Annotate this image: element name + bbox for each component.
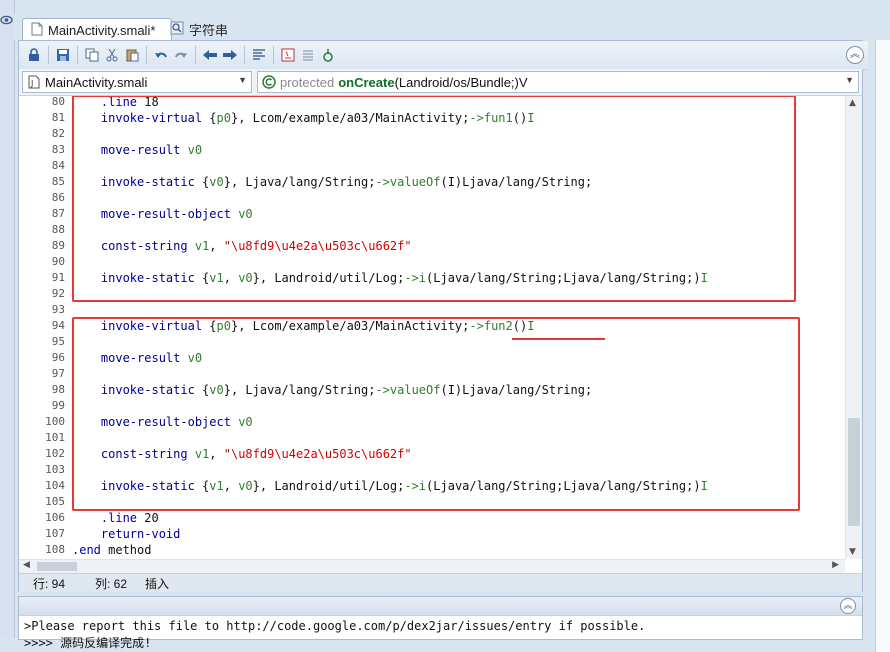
collapse-toolbar-button[interactable]: ︽ [846,46,864,64]
line-number: 92 [51,287,65,300]
line-number: 106 [45,511,65,524]
line-number: 94 [51,319,65,332]
status-bar: 行: 94 列: 62 插入 [19,573,862,592]
line-number: 87 [51,207,65,220]
tab-strings[interactable]: 字符串 [162,18,236,40]
line-number: 99 [51,399,65,412]
scroll-down-arrow[interactable]: ▼ [849,547,856,557]
tab-label: MainActivity.smali* [48,22,156,38]
line-number: 90 [51,255,65,268]
method-select-dropdown[interactable]: protected onCreate (Landroid/os/Bundle;)… [257,71,859,93]
java-file-icon: J [27,75,41,89]
output-console: ︽ >Please report this file to http://cod… [18,596,863,650]
code-line: .line 20 [100,511,159,525]
java-icon[interactable] [279,46,297,64]
vertical-scrollbar[interactable]: ▲ ▼ [845,96,862,559]
line-number: 83 [51,143,65,156]
status-column: 列: 62 [95,577,128,591]
line-number: 103 [45,463,65,476]
line-number: 104 [45,479,65,492]
gradle-icon[interactable] [319,46,337,64]
line-number: 82 [51,127,65,140]
highlight-box-fun2 [72,317,800,511]
method-signature: (Landroid/os/Bundle;)V [394,74,528,90]
tab-mainactivity-smali[interactable]: MainActivity.smali* [22,18,172,41]
line-number-gutter: 80 81 82 83 84 85 86 87 88 89 90 91 92 93 94 95 96 97 98 99… [19,96,69,559]
chevron-down-icon[interactable]: ▼ [845,75,854,85]
back-icon[interactable] [201,46,219,64]
method-name: onCreate [338,74,395,90]
scroll-up-arrow[interactable]: ▲ [849,98,856,108]
status-row: 行: 94 [33,577,66,591]
toolbar-separator [77,46,78,64]
scroll-right-arrow[interactable]: ▶ [832,560,839,570]
toolbar-separator [48,46,49,64]
line-number: 108 [45,543,65,556]
file-icon [31,22,43,39]
redo-icon[interactable] [172,46,190,64]
toolbar-separator [273,46,274,64]
list-icon[interactable] [299,46,317,64]
format-icon[interactable] [250,46,268,64]
line-number: 93 [51,303,65,316]
editor-tab-bar: MainActivity.smali* 字符串 [14,14,890,41]
code-editor-panel: ︽ J MainActivity.smali ▼ protected onCre… [18,40,868,592]
console-line: >Please report this file to http://code.… [24,619,646,633]
toolbar-separator [244,46,245,64]
paste-icon[interactable] [123,46,141,64]
lock-icon[interactable] [25,46,43,64]
toolbar-separator [195,46,196,64]
left-side-panel [0,0,15,638]
code-line: .end method [72,543,152,557]
editor-toolbar: ︽ [19,41,868,70]
fun2-underline [512,336,605,340]
file-select-value: MainActivity.smali [45,74,148,90]
line-number: 98 [51,383,65,396]
line-number: 96 [51,351,65,364]
method-icon [262,75,276,89]
scroll-thumb[interactable] [848,418,860,526]
eye-icon[interactable] [0,14,13,28]
strings-icon [170,21,184,38]
cut-icon[interactable] [103,46,121,64]
forward-icon[interactable] [221,46,239,64]
line-number: 102 [45,447,65,460]
scroll-left-arrow[interactable]: ◀ [23,560,30,570]
code-area[interactable]: 80 81 82 83 84 85 86 87 88 89 90 91 92 93 94 95 96 97 98 99… [19,96,845,559]
copy-icon[interactable] [83,46,101,64]
collapse-console-button[interactable]: ︽ [840,598,856,614]
line-number: 97 [51,367,65,380]
line-number: 89 [51,239,65,252]
console-line: >>>> 源码反编译完成! [24,636,152,650]
highlight-box-fun1 [72,96,796,302]
file-select-dropdown[interactable]: J MainActivity.smali ▼ [22,71,252,93]
chevron-down-icon[interactable]: ▼ [238,75,247,85]
line-number: 100 [45,415,65,428]
status-mode: 插入 [145,577,170,591]
tab-label: 字符串 [189,22,229,38]
line-number: 84 [51,159,65,172]
line-number: 107 [45,527,65,540]
undo-icon[interactable] [152,46,170,64]
scroll-thumb[interactable] [37,562,77,571]
selector-bar: J MainActivity.smali ▼ protected onCreat… [19,69,862,96]
line-number: 95 [51,335,65,348]
line-number: 80 [51,96,65,108]
line-number: 86 [51,191,65,204]
save-icon[interactable] [54,46,72,64]
toolbar-separator [146,46,147,64]
line-number: 91 [51,271,65,284]
code-line: return-void [100,527,181,541]
right-side-panel [875,14,890,652]
line-number: 85 [51,175,65,188]
line-number: 88 [51,223,65,236]
svg-text:J: J [30,79,33,88]
line-number: 81 [51,111,65,124]
horizontal-scrollbar[interactable]: ◀ ▶ [19,559,845,574]
method-modifier: protected [280,74,335,90]
line-number: 105 [45,495,65,508]
line-number: 101 [45,431,65,444]
console-header: ︽ [19,597,862,616]
